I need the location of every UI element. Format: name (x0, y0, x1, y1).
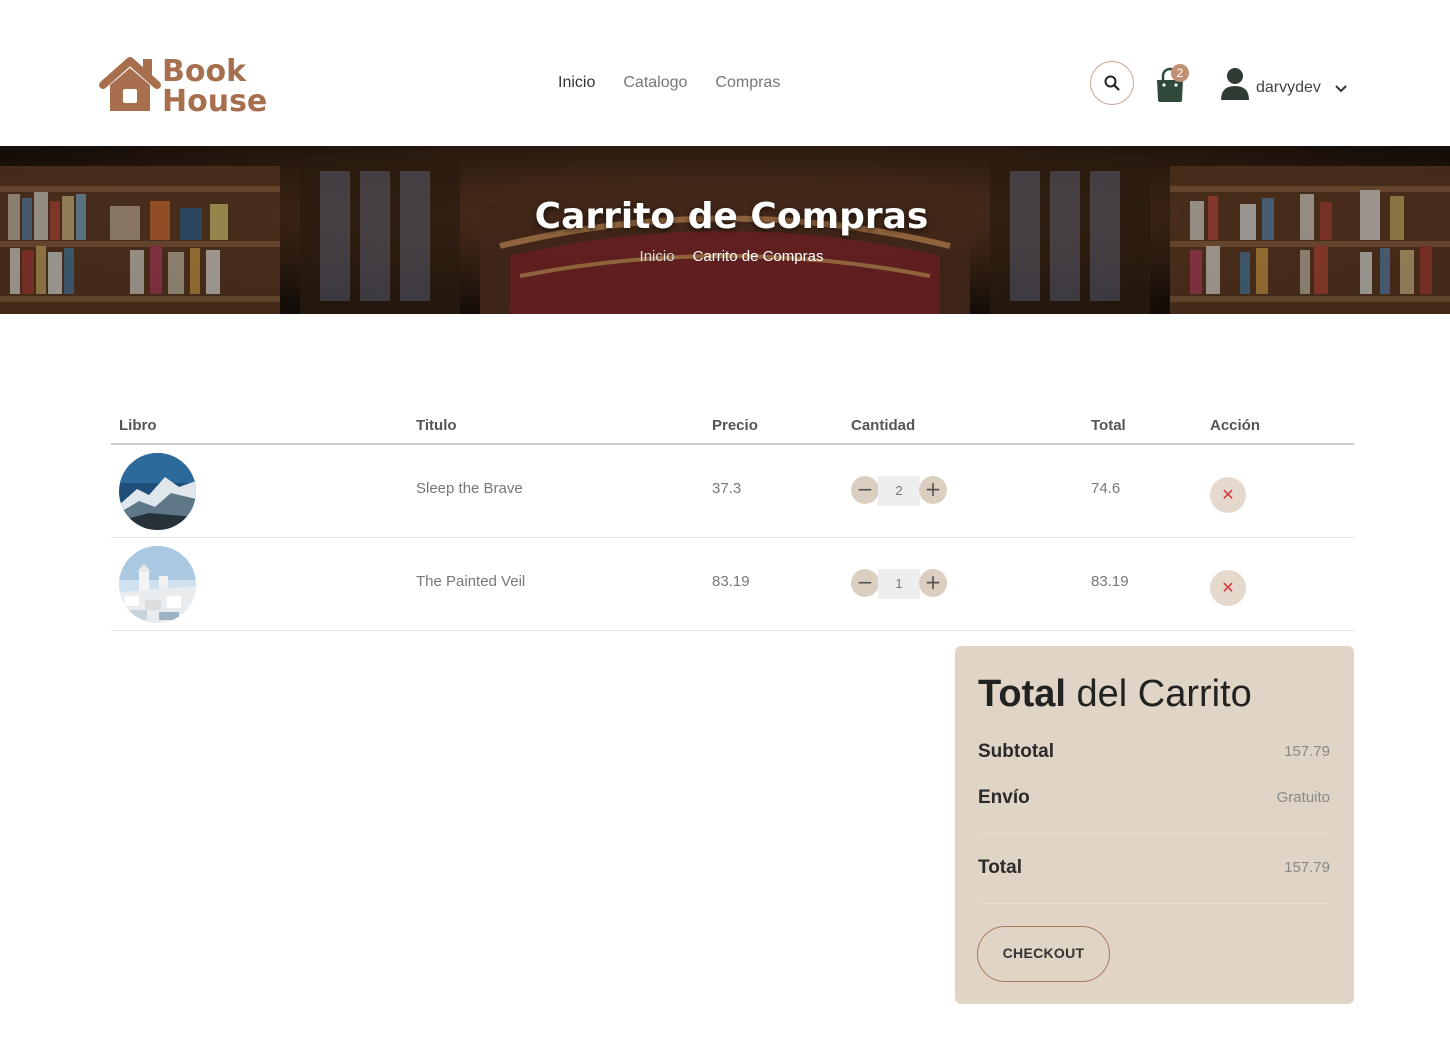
cart-table: Libro Titulo Precio Cantidad Total Acció… (111, 405, 1354, 631)
checkout-button[interactable]: CHECKOUT (977, 926, 1110, 982)
mountain-photo (119, 453, 196, 530)
search-button[interactable] (1090, 61, 1134, 105)
divider (978, 903, 1330, 904)
quantity-stepper: − 2 + (851, 476, 951, 506)
page-banner: Carrito de Compras Inicio Carrito de Comp… (0, 146, 1450, 314)
summary-title-bold: Total (978, 673, 1066, 715)
summary-title: Total del Carrito (978, 673, 1252, 716)
quantity-value[interactable]: 2 (878, 476, 920, 506)
chevron-down-icon (1335, 85, 1347, 93)
quantity-value[interactable]: 1 (878, 569, 920, 599)
summary-title-rest: del Carrito (1065, 673, 1252, 715)
brand-line-2: House (162, 84, 268, 119)
column-header-total: Total (1091, 417, 1126, 434)
total-value: 157.79 (1284, 859, 1330, 876)
divider (978, 833, 1330, 834)
cart-summary: Total del Carrito Subtotal 157.79 Envío … (955, 646, 1354, 1004)
book-cover-image[interactable] (119, 453, 196, 530)
santorini-photo (119, 546, 196, 623)
column-header-accion: Acción (1210, 417, 1261, 434)
increase-quantity-button[interactable]: + (919, 476, 947, 504)
book-title: The Painted Veil (416, 573, 526, 590)
cart-button[interactable]: 2 (1154, 64, 1190, 104)
book-cover-image[interactable] (119, 546, 196, 623)
table-header: Libro Titulo Precio Cantidad Total Acció… (111, 405, 1354, 445)
breadcrumb: Inicio Carrito de Compras (0, 248, 1450, 265)
remove-item-button[interactable]: ✕ (1210, 477, 1246, 513)
book-price: 37.3 (712, 480, 742, 497)
brand-logo[interactable]: Book House (99, 55, 279, 117)
subtotal-label: Subtotal (978, 741, 1054, 762)
brand-name: Book House (162, 57, 267, 117)
subtotal-row: Subtotal 157.79 (978, 741, 1330, 763)
total-label: Total (978, 857, 1022, 878)
quantity-stepper: − 1 + (851, 569, 951, 599)
column-header-titulo: Titulo (416, 417, 457, 434)
remove-item-button[interactable]: ✕ (1210, 570, 1246, 606)
shipping-value: Gratuito (1276, 789, 1330, 806)
decrease-quantity-button[interactable]: − (851, 569, 879, 597)
table-row: Sleep the Brave 37.3 − 2 + 74.6 ✕ (111, 445, 1354, 538)
column-header-cantidad: Cantidad (851, 417, 916, 434)
cart-count-badge: 2 (1171, 64, 1189, 82)
brand-line-1: Book (162, 54, 247, 89)
user-menu[interactable]: darvydev (1220, 67, 1347, 101)
subtotal-value: 157.79 (1284, 743, 1330, 760)
table-row: The Painted Veil 83.19 − 1 + 83.19 ✕ (111, 538, 1354, 631)
site-header: Book House Inicio Catalogo Compras 2 dar… (0, 0, 1450, 146)
column-header-precio: Precio (712, 417, 758, 434)
line-total: 74.6 (1091, 480, 1121, 497)
shipping-row: Envío Gratuito (978, 787, 1330, 809)
search-icon (1104, 75, 1120, 91)
line-total: 83.19 (1091, 573, 1129, 590)
book-price: 83.19 (712, 573, 750, 590)
total-row: Total 157.79 (978, 857, 1330, 879)
column-header-libro: Libro (119, 417, 157, 434)
shipping-label: Envío (978, 787, 1030, 808)
breadcrumb-current: Carrito de Compras (692, 248, 824, 265)
nav-item-inicio[interactable]: Inicio (558, 74, 595, 92)
user-icon (1221, 68, 1249, 100)
nav-item-compras[interactable]: Compras (715, 74, 780, 92)
decrease-quantity-button[interactable]: − (851, 476, 879, 504)
breadcrumb-home[interactable]: Inicio (640, 248, 675, 265)
main-nav: Inicio Catalogo Compras (558, 74, 780, 92)
house-icon (99, 57, 161, 111)
book-title: Sleep the Brave (416, 480, 523, 497)
page-title: Carrito de Compras (534, 196, 929, 237)
username: darvydev (1256, 79, 1321, 96)
nav-item-catalogo[interactable]: Catalogo (623, 74, 687, 92)
increase-quantity-button[interactable]: + (919, 569, 947, 597)
